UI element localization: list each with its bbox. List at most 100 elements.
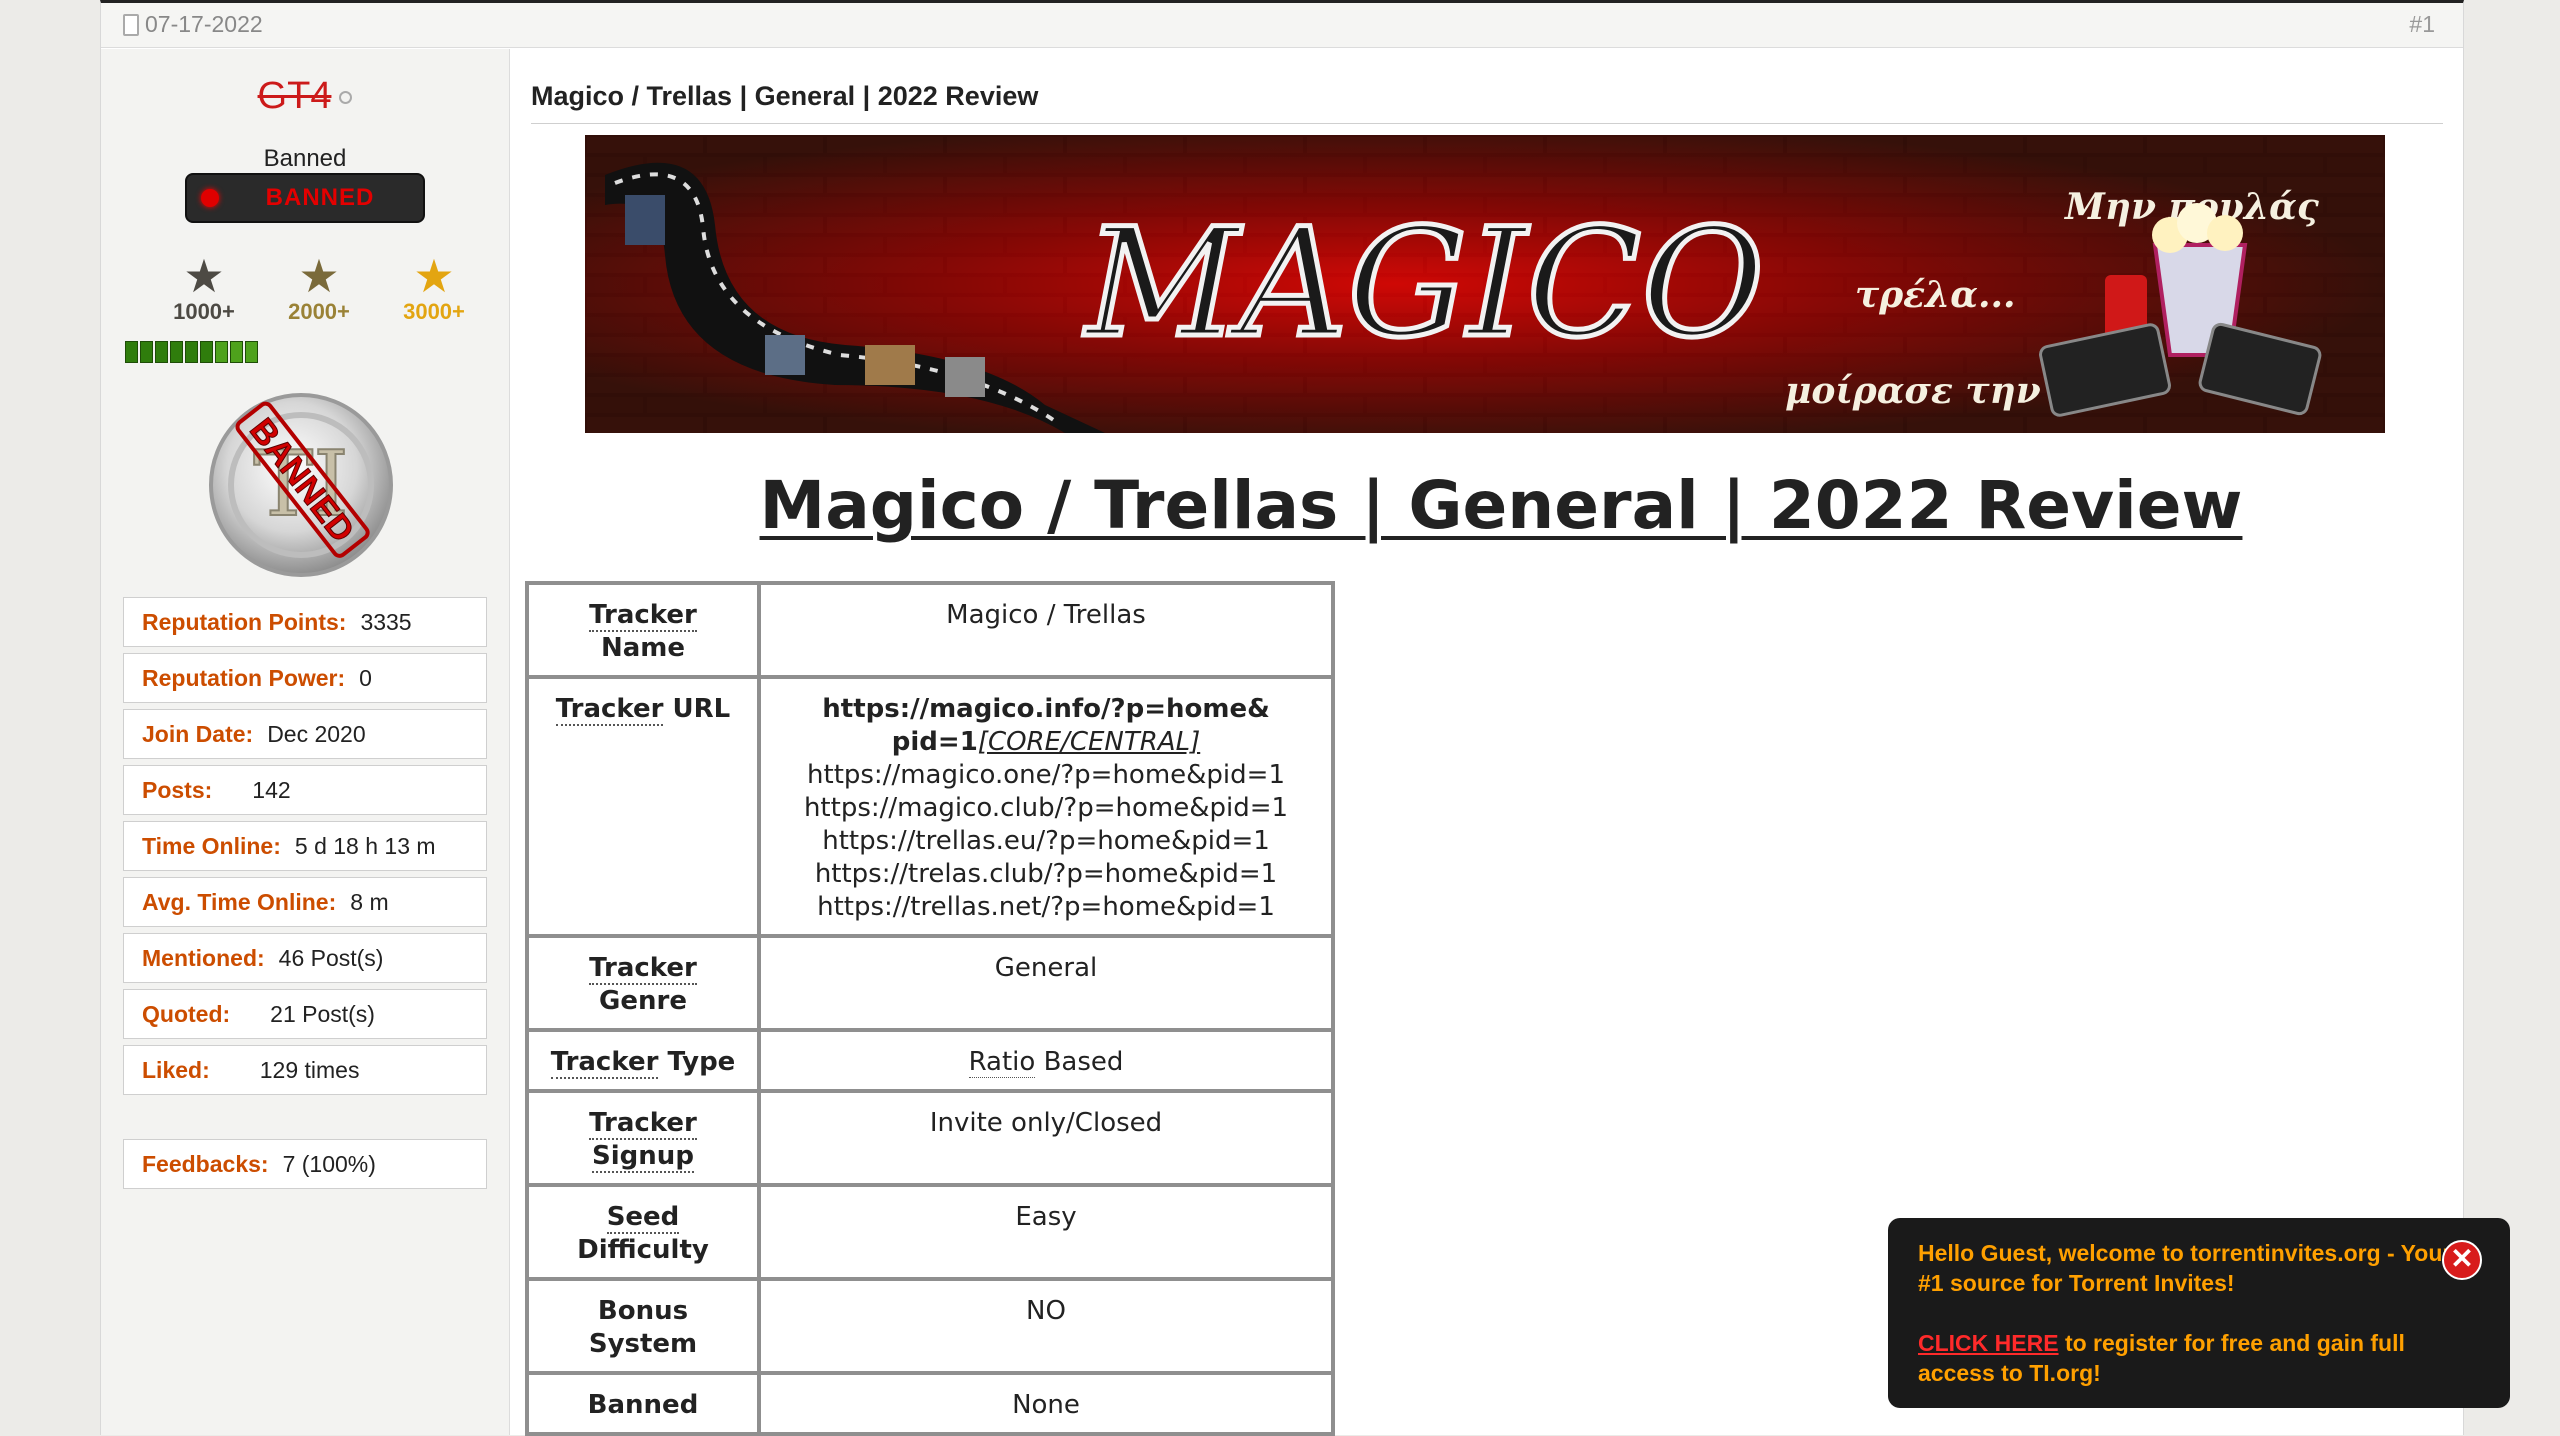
ratio-term[interactable]: Ratio [968,1047,1036,1078]
welcome-text: Hello Guest, welcome to torrentinvites.o… [1918,1240,2452,1296]
tracker-term[interactable]: Tracker [589,1108,697,1140]
alt-url[interactable]: https://magico.club/?p=home&pid=1 [804,793,1288,823]
table-row: Tracker Name Magico / Trellas [529,585,1331,675]
award-label: 2000+ [288,299,350,324]
core-tag: [CORE/CENTRAL] [977,727,1201,757]
post-permalink[interactable]: #1 [2409,11,2435,38]
row-key: Tracker Type [529,1032,757,1089]
table-row: Bonus System NO [529,1281,1331,1371]
seed-term[interactable]: Seed [606,1202,680,1234]
award-2000[interactable]: ★ 2000+ [264,253,374,325]
row-key-text: Difficulty [577,1235,709,1265]
table-row: Seed Difficulty Easy [529,1187,1331,1277]
table-row: Tracker Signup Invite only/Closed [529,1093,1331,1183]
stat-join-date: Join Date: Dec 2020 [123,709,487,759]
user-sidebar: GT4 Banned BANNED ★ 1000+ ★ 2000+ ★ 3000… [101,49,510,1435]
stat-avg-time-online: Avg. Time Online: 8 m [123,877,487,927]
signup-term[interactable]: Signup [592,1141,694,1173]
table-row: Tracker URL https://magico.info/?p=home&… [529,679,1331,934]
stat-feedbacks: Feedbacks: 7 (100%) [123,1139,487,1189]
banner-slogan-3: μοίρασε την [1785,370,2041,412]
star-icon: ★ [298,250,340,302]
row-key-text: Name [600,633,686,663]
row-value: Ratio Based [761,1032,1331,1089]
reputation-bar [125,341,258,363]
stat-mentioned: Mentioned: 46 Post(s) [123,933,487,983]
stat-label: Posts: [142,777,213,803]
stat-label: Time Online: [142,833,281,859]
rep-block [200,341,213,363]
register-link[interactable]: CLICK HERE [1918,1330,2059,1356]
stat-value: 8 m [350,889,389,915]
guest-welcome-popup: Hello Guest, welcome to torrentinvites.o… [1888,1218,2510,1408]
row-key-text: Type [667,1047,736,1077]
table-row: Tracker Type Ratio Based [529,1032,1331,1089]
row-value: Easy [761,1187,1331,1277]
row-value: Magico / Trellas [761,585,1331,675]
post-count-awards: ★ 1000+ ★ 2000+ ★ 3000+ [149,253,489,325]
award-3000[interactable]: ★ 3000+ [379,253,489,325]
row-key: Seed Difficulty [529,1187,757,1277]
tracker-term[interactable]: Tracker [589,600,697,632]
stat-value: 0 [359,665,372,691]
banned-badge: BANNED [185,173,425,223]
stat-label: Join Date: [142,721,254,747]
stat-reputation-power: Reputation Power: 0 [123,653,487,703]
post-date-text: 07-17-2022 [145,11,263,37]
stat-value: 3335 [360,609,412,635]
rep-block [230,341,243,363]
row-value: Invite only/Closed [761,1093,1331,1183]
award-label: 1000+ [173,299,235,324]
stat-label: Feedbacks: [142,1151,269,1177]
row-key-text: Banned [587,1390,699,1420]
stat-label: Mentioned: [142,945,265,971]
stat-label: Liked: [142,1057,210,1083]
award-1000[interactable]: ★ 1000+ [149,253,259,325]
led-icon [201,189,219,207]
row-key: Tracker Genre [529,938,757,1028]
post-title: Magico / Trellas | General | 2022 Review [531,81,2443,124]
stat-value[interactable]: 7 (100%) [283,1151,376,1177]
row-key-text: Genre [599,986,687,1016]
stat-value: 5 d 18 h 13 m [294,833,436,859]
table-row: Tracker Genre General [529,938,1331,1028]
post-date: 07-17-2022 [123,11,263,38]
stat-value: 129 times [259,1057,360,1083]
primary-url-cont[interactable]: pid=1 [892,727,978,757]
rep-block [155,341,168,363]
star-icon: ★ [183,250,225,302]
row-key-text: URL [672,694,731,724]
alt-url[interactable]: https://trellas.eu/?p=home&pid=1 [822,826,1270,856]
tracker-term[interactable]: Tracker [550,1047,659,1079]
magico-banner-image: MAGICO Μην πουλάς τρέλα... μοίρασε την [585,135,2385,433]
username[interactable]: GT4 [101,75,509,118]
tracker-info-table: Tracker Name Magico / Trellas Tracker URL… [525,581,1335,1436]
stat-label: Reputation Power: [142,665,346,691]
rep-block [170,341,183,363]
stat-reputation-points: Reputation Points: 3335 [123,597,487,647]
user-avatar[interactable]: TI BANNED [201,381,401,581]
tracker-term[interactable]: Tracker [555,694,664,726]
row-key: Tracker URL [529,679,757,934]
row-key-text: Bonus [597,1296,689,1326]
offline-status-icon [339,91,353,105]
stat-value[interactable]: 21 Post(s) [270,1001,375,1027]
alt-url[interactable]: https://trelas.club/?p=home&pid=1 [815,859,1277,889]
banner-slogan-2: τρέλα... [1855,274,2016,316]
row-value: https://magico.info/?p=home& pid=1[CORE/… [761,679,1331,934]
table-row: Banned None [529,1375,1331,1432]
document-icon [123,13,139,36]
banner-logo-text: MAGICO [1083,197,1765,371]
alt-url[interactable]: https://trellas.net/?p=home&pid=1 [817,892,1275,922]
tracker-term[interactable]: Tracker [589,953,697,985]
username-text[interactable]: GT4 [258,75,332,117]
close-icon[interactable]: ✕ [2442,1240,2482,1280]
stat-value[interactable]: 46 Post(s) [279,945,384,971]
primary-url[interactable]: https://magico.info/?p=home& [822,694,1270,724]
banned-badge-text: BANNED [265,184,375,211]
post-header: 07-17-2022 #1 [101,3,2463,48]
stat-label: Quoted: [142,1001,231,1027]
stat-value: Dec 2020 [267,721,366,747]
alt-url[interactable]: https://magico.one/?p=home&pid=1 [807,760,1285,790]
stat-value[interactable]: 142 [252,777,290,803]
